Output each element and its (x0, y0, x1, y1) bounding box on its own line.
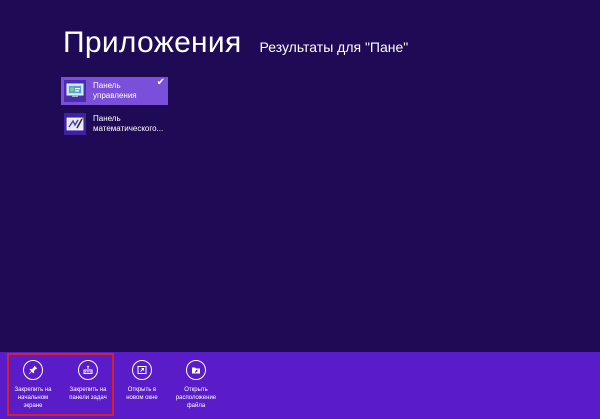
search-header: Приложения Результаты для "Пане" (63, 26, 408, 60)
open-in-new-window-button[interactable]: Открыть в новом окне (117, 360, 167, 402)
result-control-panel[interactable]: Панель управления ✔ (61, 77, 168, 105)
search-results-subtitle: Результаты для "Пане" (259, 39, 409, 55)
app-bar: Закрепить на начальном экране Закрепить … (0, 352, 600, 419)
cmd-label: Закрепить на панели задач (69, 387, 107, 401)
folder-location-icon (186, 360, 206, 380)
selected-check-icon: ✔ (156, 77, 165, 88)
result-label: Панель математического... (93, 114, 163, 134)
start-screen: Приложения Результаты для "Пане" Панель … (0, 0, 600, 419)
open-file-location-button[interactable]: Открыть расположение файла (171, 360, 221, 410)
search-results-list: Панель управления ✔ Панель математическо… (61, 77, 168, 143)
pin-to-taskbar-button[interactable]: Закрепить на панели задач (63, 360, 113, 402)
cmd-label: Закрепить на начальном экране (14, 387, 52, 409)
result-label-line2: управления (93, 91, 137, 100)
result-label: Панель управления (93, 81, 137, 101)
result-label-line2: математического... (93, 124, 164, 133)
page-title: Приложения (63, 26, 242, 59)
pin-to-start-button[interactable]: Закрепить на начальном экране (8, 360, 58, 410)
control-panel-icon (64, 80, 86, 102)
new-window-icon (132, 360, 152, 380)
cmd-label: Открыть в новом окне (126, 387, 158, 401)
math-input-panel-icon (64, 113, 86, 135)
result-label-line1: Панель (93, 114, 121, 123)
pin-icon (23, 360, 43, 380)
cmd-label: Открыть расположение файла (175, 387, 217, 409)
pin-taskbar-icon (78, 360, 98, 380)
result-label-line1: Панель (93, 81, 121, 90)
result-math-input-panel[interactable]: Панель математического... (61, 110, 168, 138)
